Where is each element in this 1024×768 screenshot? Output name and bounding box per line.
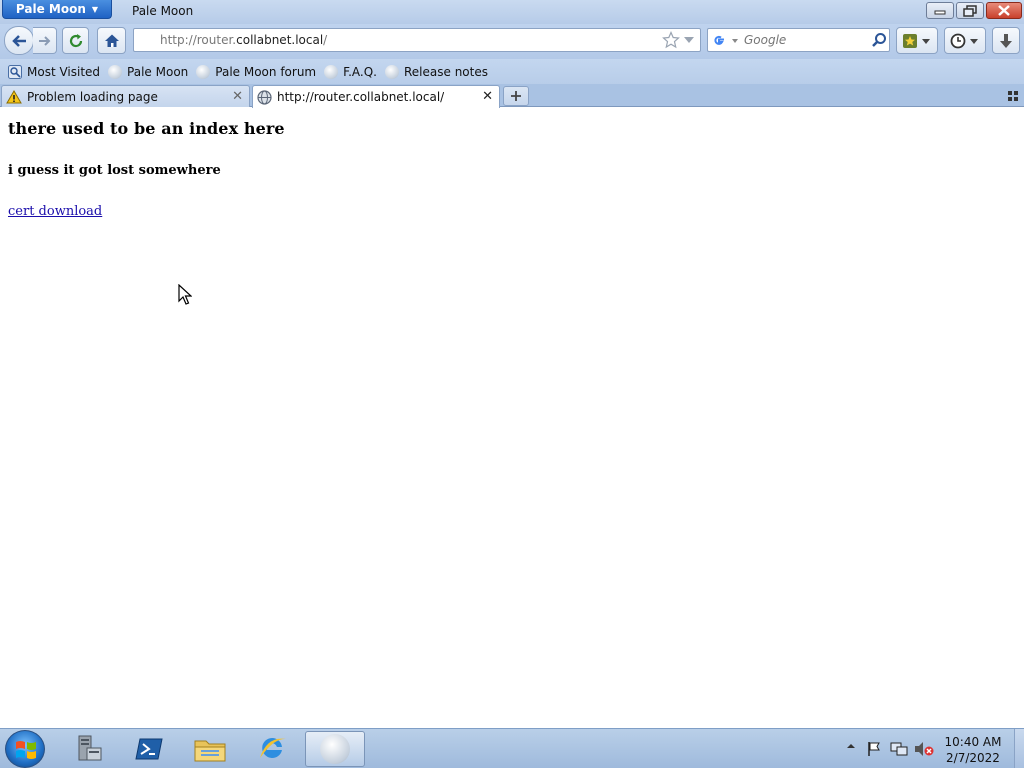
downloads-button[interactable] — [992, 27, 1020, 54]
moon-icon — [324, 64, 339, 79]
action-center-flag-icon[interactable] — [866, 741, 882, 757]
bookmark-release-notes[interactable]: Release notes — [381, 62, 492, 82]
moon-icon — [196, 64, 211, 79]
url-text[interactable]: http://router.collabnet.local/ — [160, 33, 327, 47]
bookmark-most-visited[interactable]: Most Visited — [4, 62, 104, 82]
minimize-button[interactable] — [926, 2, 954, 19]
bookmarks-toolbar: Most Visited Pale Moon Pale Moon forum F… — [0, 59, 1024, 84]
url-prefix: http://router. — [160, 33, 237, 47]
tab-router[interactable]: http://router.collabnet.local/ ✕ — [252, 85, 500, 108]
page-subheading: i guess it got lost somewhere — [8, 163, 221, 178]
url-suffix: / — [323, 33, 328, 47]
bookmark-pale-moon[interactable]: Pale Moon — [104, 62, 192, 82]
google-icon — [714, 35, 738, 45]
taskbar: 10:40 AM 2/7/2022 — [0, 728, 1024, 768]
history-button[interactable] — [944, 27, 986, 54]
close-window-button[interactable] — [986, 2, 1022, 19]
bookmark-label: Pale Moon forum — [215, 64, 317, 79]
taskbar-internet-explorer[interactable] — [244, 731, 300, 767]
reload-icon — [69, 33, 82, 47]
home-icon — [104, 34, 119, 47]
home-button[interactable] — [97, 27, 126, 54]
clock-time: 10:40 AM — [944, 735, 1002, 749]
taskbar-server-manager[interactable] — [60, 731, 116, 767]
restore-icon — [963, 4, 977, 17]
start-button[interactable] — [5, 730, 45, 768]
close-tab-icon[interactable]: ✕ — [482, 89, 493, 104]
url-domain: collabnet.local — [236, 33, 324, 47]
tab-strip: Problem loading page ✕ http://router.col… — [0, 84, 1024, 108]
chevron-down-icon: ▼ — [91, 4, 99, 14]
tab-label: http://router.collabnet.local/ — [277, 90, 445, 104]
taskbar-file-explorer[interactable] — [182, 731, 238, 767]
plus-icon — [511, 91, 521, 101]
pale-moon-icon — [320, 734, 350, 764]
close-icon — [998, 5, 1010, 16]
bookmark-label: F.A.Q. — [343, 64, 377, 79]
close-tab-icon[interactable]: ✕ — [232, 89, 243, 104]
internet-explorer-icon — [260, 737, 286, 758]
mouse-cursor-icon — [178, 284, 192, 305]
network-icon[interactable] — [890, 741, 908, 757]
warning-icon — [6, 89, 22, 103]
tab-problem-loading[interactable]: Problem loading page ✕ — [1, 85, 250, 107]
moon-icon — [385, 64, 399, 79]
server-manager-icon — [78, 735, 102, 761]
bookmark-label: Pale Moon — [127, 64, 189, 79]
bookmark-faq[interactable]: F.A.Q. — [320, 62, 381, 82]
system-clock[interactable]: 10:40 AM 2/7/2022 — [940, 734, 1006, 766]
powershell-icon — [135, 738, 163, 760]
globe-icon — [257, 89, 272, 105]
bookmark-label: Release notes — [404, 64, 488, 79]
bookmark-star-icon[interactable] — [662, 31, 680, 49]
url-dropdown-icon[interactable] — [684, 37, 694, 44]
search-bar[interactable] — [707, 28, 890, 52]
new-tab-button[interactable] — [503, 86, 529, 106]
moon-icon — [108, 64, 123, 79]
page-heading: there used to be an index here — [8, 119, 285, 138]
clock-date: 2/7/2022 — [946, 751, 1000, 765]
cert-download-link[interactable]: cert download — [8, 204, 102, 219]
search-engine-selector[interactable] — [712, 33, 740, 49]
search-input[interactable] — [744, 33, 869, 47]
tab-list-icon[interactable] — [1007, 90, 1019, 102]
bookmark-label: Most Visited — [27, 64, 101, 79]
addon-bar-button[interactable] — [896, 27, 938, 54]
show-hidden-icons-icon[interactable] — [846, 741, 856, 751]
app-menu-button[interactable]: Pale Moon ▼ — [2, 0, 112, 19]
search-icon[interactable] — [871, 32, 887, 48]
download-arrow-icon — [1000, 33, 1012, 48]
title-bar: Pale Moon ▼ Pale Moon — [0, 0, 1024, 24]
clock-icon — [950, 33, 978, 48]
page-content: there used to be an index here i guess i… — [0, 108, 1024, 728]
back-arrow-icon — [12, 34, 26, 47]
forward-arrow-icon — [38, 35, 50, 46]
folder-icon — [194, 740, 226, 762]
bookmark-pale-moon-forum[interactable]: Pale Moon forum — [192, 62, 320, 82]
most-visited-icon — [8, 64, 22, 79]
url-bar[interactable]: http://router.collabnet.local/ — [133, 28, 701, 52]
windows-logo-icon — [16, 741, 36, 759]
minimize-icon — [934, 10, 946, 14]
volume-muted-icon[interactable] — [914, 741, 934, 757]
restore-button[interactable] — [956, 2, 984, 19]
show-desktop-button[interactable] — [1014, 729, 1024, 768]
window-title: Pale Moon — [132, 4, 194, 18]
reload-button[interactable] — [62, 27, 89, 54]
app-menu-label: Pale Moon — [15, 2, 86, 16]
taskbar-powershell[interactable] — [121, 731, 177, 767]
addon-star-icon — [903, 33, 930, 48]
forward-button[interactable] — [33, 27, 57, 54]
taskbar-pale-moon[interactable] — [305, 731, 365, 767]
back-button[interactable] — [4, 26, 34, 55]
navigation-toolbar: http://router.collabnet.local/ — [0, 24, 1024, 59]
tab-label: Problem loading page — [27, 89, 158, 104]
